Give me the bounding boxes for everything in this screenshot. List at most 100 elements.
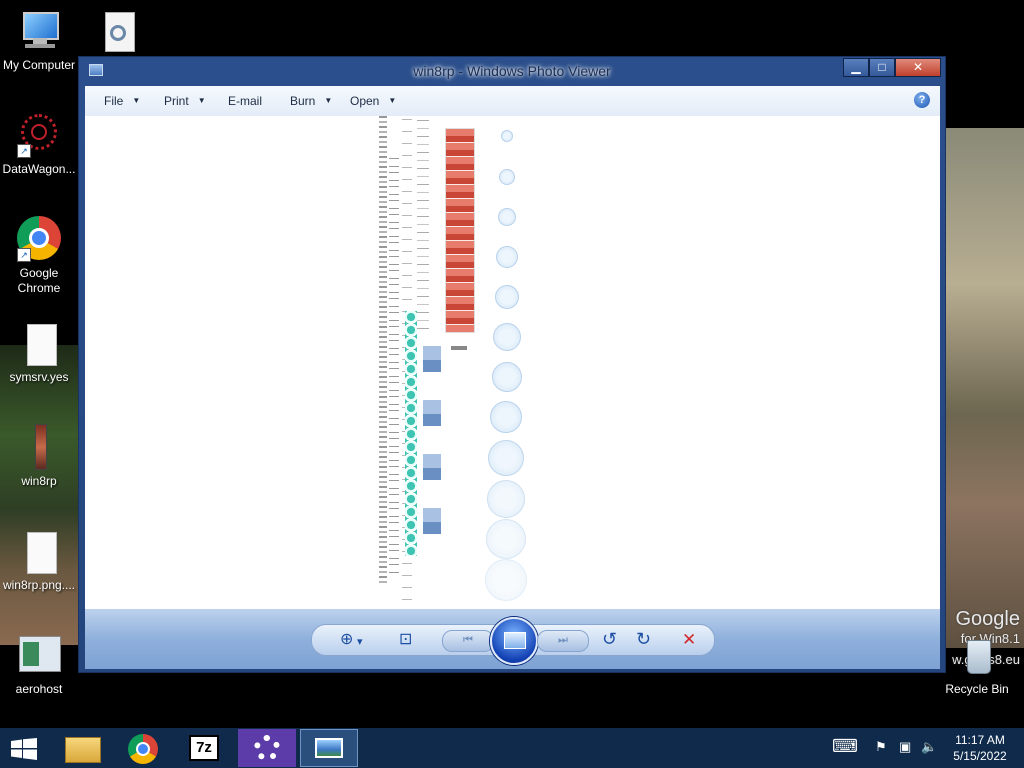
menu-burn[interactable]: Burn ▼	[290, 94, 332, 108]
clock-date: 5/15/2022	[953, 749, 1007, 763]
desktop-icon-symsrv[interactable]: symsrv.yes	[0, 320, 78, 385]
wallpaper-text-google: Google	[955, 608, 1021, 630]
menu-email[interactable]: E-mail	[228, 94, 262, 108]
desktop-icon-my-computer[interactable]: My Computer	[0, 8, 78, 73]
desktop-icon-label: win8rp.png....	[2, 578, 76, 592]
control-pill: ⊕ ▾ ⊡ ⏮ ⏭ ↺ ↻ ✕	[311, 617, 715, 665]
taskbar-settings[interactable]	[238, 729, 296, 767]
desktop-icon-google-chrome[interactable]: ↗ Google Chrome	[0, 216, 78, 296]
sprite-column-icons-1	[379, 116, 387, 586]
glow-circle	[499, 169, 515, 185]
menu-print[interactable]: Print ▼	[164, 94, 206, 108]
next-button[interactable]: ⏭	[537, 630, 589, 652]
volume-muted-icon[interactable]: 🔈	[921, 739, 937, 755]
zoom-icon[interactable]: ⊕	[340, 632, 353, 648]
delete-icon[interactable]: ✕	[682, 631, 696, 648]
menu-burn-label: Burn	[290, 94, 316, 108]
sprite-column-blue-tabs	[423, 346, 441, 551]
taskbar-photo-viewer[interactable]	[300, 729, 358, 767]
desktop-icon-label: DataWagon...	[2, 162, 76, 176]
menu-open[interactable]: Open ▼	[350, 94, 396, 108]
glow-circle	[488, 440, 524, 476]
start-button[interactable]	[10, 738, 38, 760]
desktop-icon-label: Recycle Bin	[945, 682, 1009, 696]
taskbar: 7z ⌨ ⚑ ▣ 🔈 11:17 AM 5/15/2022	[0, 728, 1024, 768]
glow-circle	[501, 130, 513, 142]
sprite-dash	[451, 346, 467, 350]
glow-circle	[495, 285, 519, 309]
desktop-icon-config-file[interactable]	[78, 8, 156, 58]
desktop-icon-recycle-bin[interactable]: Recycle Bin	[938, 632, 1016, 697]
chrome-icon: ↗	[15, 216, 63, 264]
taskbar-7zip[interactable]: 7z	[176, 729, 234, 767]
desktop-icon-label: My Computer	[2, 58, 76, 72]
action-center-flag-icon[interactable]: ⚑	[875, 739, 887, 755]
photo-viewer-window: win8rp - Windows Photo Viewer ▁ □ ✕ File…	[78, 56, 946, 673]
document-icon	[15, 320, 63, 368]
menu-file[interactable]: File ▼	[104, 94, 140, 108]
glow-circle	[496, 246, 518, 268]
desktop-icon-label: aerohost	[15, 682, 63, 696]
control-bar: ⊕ ▾ ⊡ ⏮ ⏭ ↺ ↻ ✕	[85, 609, 940, 669]
network-icon[interactable]: ▣	[899, 739, 911, 755]
desktop-icon-win8rp[interactable]: win8rp	[0, 424, 78, 489]
rotate-counterclockwise-icon[interactable]: ↺	[602, 630, 617, 648]
menu-print-label: Print	[164, 94, 189, 108]
document-icon	[15, 528, 63, 576]
application-window-icon	[15, 632, 63, 680]
desktop-icon-datawagon[interactable]: ↗ DataWagon...	[0, 112, 78, 177]
config-file-icon	[93, 8, 141, 56]
desktop-icon-label: Google Chrome	[17, 266, 61, 295]
sprite-column-glyphs	[417, 116, 429, 336]
sprite-column-teal-orbs	[405, 311, 417, 556]
clock-time: 11:17 AM	[955, 733, 1005, 747]
computer-icon	[15, 8, 63, 56]
help-icon[interactable]: ?	[914, 92, 930, 108]
glow-circle	[485, 559, 527, 601]
7zip-label: 7z	[196, 739, 212, 756]
wallpaper-window-view: Google for Win8.1 w.glass8.eu	[946, 128, 1024, 667]
rotate-clockwise-icon[interactable]: ↻	[636, 630, 651, 648]
taskbar-google-chrome[interactable]	[114, 729, 172, 767]
chevron-down-icon: ▼	[132, 96, 141, 105]
desktop-icon-aerohost[interactable]: aerohost	[0, 632, 78, 697]
sprite-column-checkboxes	[389, 156, 399, 576]
glow-circle	[493, 323, 521, 351]
desktop-icon-label: symsrv.yes	[9, 370, 69, 384]
photo-viewer-icon	[315, 738, 343, 758]
wallpaper-plants	[0, 345, 80, 645]
slideshow-button[interactable]	[490, 617, 538, 665]
glow-circle	[498, 208, 516, 226]
desktop-icon-label: win8rp	[21, 474, 57, 488]
shortcut-arrow-icon: ↗	[17, 144, 31, 158]
chevron-down-icon: ▼	[324, 96, 333, 105]
glow-circle	[486, 519, 526, 559]
glow-circle	[487, 480, 525, 518]
taskbar-file-explorer[interactable]	[54, 729, 112, 767]
image-display-area[interactable]	[85, 116, 940, 609]
glow-circle	[492, 362, 522, 392]
chevron-down-icon: ▼	[388, 96, 397, 105]
menu-open-label: Open	[350, 94, 380, 108]
window-title: win8rp - Windows Photo Viewer	[413, 63, 611, 79]
recycle-bin-icon	[953, 632, 1001, 680]
title-bar[interactable]: win8rp - Windows Photo Viewer ▁ □ ✕	[79, 57, 945, 85]
7zip-icon: 7z	[189, 735, 219, 761]
folder-icon	[65, 737, 101, 763]
actual-size-icon[interactable]: ⊡	[399, 632, 412, 648]
slideshow-icon	[504, 632, 526, 649]
windows-logo-icon	[11, 738, 37, 760]
chevron-down-icon: ▼	[197, 96, 206, 105]
image-file-icon	[15, 424, 63, 472]
gear-icon	[254, 735, 280, 761]
taskbar-clock[interactable]: 11:17 AM 5/15/2022	[945, 732, 1015, 764]
minimize-button[interactable]: ▁	[843, 58, 869, 77]
close-button[interactable]: ✕	[895, 58, 941, 77]
previous-button[interactable]: ⏮	[442, 630, 494, 652]
sprite-column-red-buttons	[445, 128, 475, 333]
keyboard-icon[interactable]: ⌨	[832, 736, 858, 757]
menu-bar: File ▼ Print ▼ E-mail Burn ▼ Open ▼ ?	[85, 86, 940, 116]
maximize-button[interactable]: □	[869, 58, 895, 77]
desktop-icon-win8rp-png[interactable]: win8rp.png....	[0, 528, 78, 593]
zoom-dropdown-icon[interactable]: ▾	[357, 634, 363, 650]
